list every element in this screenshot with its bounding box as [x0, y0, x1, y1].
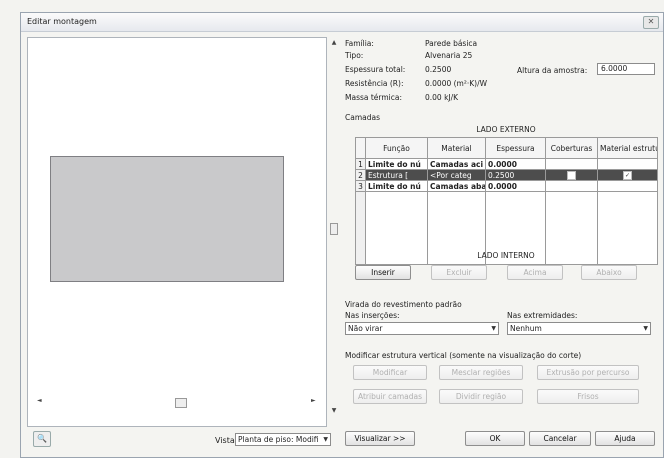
col-funcao: Função [365, 137, 428, 159]
material-text: Camadas aci [430, 159, 484, 169]
vista-value: Planta de piso: Modifi [238, 435, 319, 444]
scroll-left-icon[interactable]: ◄ [37, 397, 42, 404]
tipo-value: Alvenaria 25 [425, 51, 473, 60]
material-text: Camadas abai [430, 181, 486, 191]
extrusao-percurso-button[interactable]: Extrusão por percurso [537, 365, 639, 380]
cell-coberturas[interactable] [545, 169, 598, 181]
atribuir-camadas-button[interactable]: Atribuir camadas [353, 389, 427, 404]
resistencia-value: 0.0000 (m²·K)/W [425, 79, 488, 88]
vista-select[interactable]: Planta de piso: Modifi ▼ [235, 433, 331, 446]
nas-insercoes-value: Não virar [348, 324, 383, 333]
espessura-text: 0.0000 [488, 159, 517, 169]
nas-extremidades-label: Nas extremidades: [507, 311, 578, 320]
col-material: Material [427, 137, 486, 159]
cell-material[interactable]: Camadas aci [427, 158, 486, 170]
dropdown-icon: ▼ [491, 325, 496, 332]
cancelar-button[interactable]: Cancelar [529, 431, 591, 446]
cell-material-estrutural[interactable]: ✓ [597, 169, 658, 181]
table-row-selected[interactable]: 2 Estrutura [ <Por categ 0.2500 ✓ [355, 169, 658, 181]
espessura-value: 0.2500 [425, 65, 452, 74]
lado-externo-label: LADO EXTERNO [476, 125, 536, 134]
dividir-regiao-button[interactable]: Dividir região [439, 389, 523, 404]
altura-amostra-label: Altura da amostra: [517, 66, 588, 75]
cell-funcao[interactable]: Limite do nú [365, 180, 428, 192]
table-row[interactable]: 3 Limite do nú Camadas abai 0.0000 [355, 180, 658, 192]
col-coberturas: Coberturas [545, 137, 598, 159]
table-row[interactable]: 1 Limite do nú Camadas aci 0.0000 [355, 158, 658, 170]
familia-label: Família: [345, 39, 374, 48]
scroll-up-icon[interactable]: ▲ [329, 39, 339, 46]
window-title: Editar montagem [27, 17, 97, 26]
col-material-estrutural: Material estrutural [597, 137, 658, 159]
altura-amostra-input[interactable]: 6.0000 [597, 63, 655, 75]
lado-interno-label: LADO INTERNO [477, 251, 535, 260]
cell-coberturas[interactable] [545, 158, 598, 170]
wall-section-preview [50, 156, 284, 282]
cell-coberturas[interactable] [545, 180, 598, 192]
abaixo-button[interactable]: Abaixo [581, 265, 637, 280]
modificar-estrutura-title: Modificar estrutura vertical (somente na… [345, 351, 582, 360]
coberturas-checkbox[interactable] [567, 170, 576, 180]
preview-vertical-scrollbar[interactable]: ▲ ▼ [329, 37, 339, 427]
editar-montagem-dialog: Editar montagem ✕ ▲ ▼ ◄ ► Família: Pared… [20, 12, 664, 458]
visualizar-button[interactable]: Visualizar >> [345, 431, 415, 446]
funcao-text: Limite do nú [368, 181, 421, 191]
nas-insercoes-label: Nas inserções: [345, 311, 400, 320]
cell-espessura[interactable]: 0.0000 [485, 180, 546, 192]
ajuda-button[interactable]: Ajuda [595, 431, 655, 446]
cell-material[interactable]: Camadas abai [427, 180, 486, 192]
scroll-right-icon[interactable]: ► [311, 397, 316, 404]
espessura-text: 0.0000 [488, 181, 517, 191]
modificar-button[interactable]: Modificar [353, 365, 427, 380]
cell-funcao[interactable]: Estrutura [ [365, 169, 428, 181]
empty-row [355, 204, 658, 216]
scroll-down-icon[interactable]: ▼ [329, 407, 339, 414]
cell-funcao[interactable]: Limite do nú [365, 158, 428, 170]
zoom-icon[interactable]: 🔍 [33, 431, 51, 447]
preview-pane[interactable] [27, 37, 327, 427]
ok-button[interactable]: OK [465, 431, 525, 446]
funcao-text: Limite do nú [368, 159, 421, 169]
row-number-header [355, 137, 366, 159]
empty-row [355, 216, 658, 228]
dropdown-icon: ▼ [643, 325, 648, 332]
excluir-button[interactable]: Excluir [431, 265, 487, 280]
col-espessura: Espessura [485, 137, 546, 159]
title-bar: Editar montagem ✕ [21, 13, 663, 32]
preview-horizontal-scrollbar[interactable]: ◄ ► [27, 397, 327, 409]
massa-label: Massa térmica: [345, 93, 403, 102]
inserir-button[interactable]: Inserir [355, 265, 411, 280]
empty-row [355, 191, 658, 204]
nas-extremidades-value: Nenhum [510, 324, 542, 333]
cell-espessura[interactable]: 0.2500 [485, 169, 546, 181]
empty-row [355, 228, 658, 240]
row-number: 3 [355, 180, 366, 192]
row-number: 2 [355, 169, 366, 181]
espessura-label: Espessura total: [345, 65, 406, 74]
close-icon[interactable]: ✕ [643, 16, 659, 29]
dropdown-icon: ▼ [323, 436, 328, 443]
virada-revestimento-title: Virada do revestimento padrão [345, 300, 462, 309]
row-number: 1 [355, 158, 366, 170]
material-estrutural-checkbox[interactable]: ✓ [623, 170, 632, 180]
cell-material[interactable]: <Por categ [427, 169, 486, 181]
camadas-label: Camadas [345, 113, 380, 122]
nas-extremidades-select[interactable]: Nenhum ▼ [507, 322, 651, 335]
cell-espessura[interactable]: 0.0000 [485, 158, 546, 170]
familia-value: Parede básica [425, 39, 478, 48]
scroll-thumb[interactable] [330, 223, 338, 235]
tipo-label: Tipo: [345, 51, 364, 60]
massa-value: 0.00 kJ/K [425, 93, 459, 102]
layers-table[interactable]: Função Material Espessura Coberturas Mat… [355, 137, 658, 265]
cell-material-estrutural[interactable] [597, 180, 658, 192]
layers-header-row: Função Material Espessura Coberturas Mat… [355, 137, 658, 159]
acima-button[interactable]: Acima [507, 265, 563, 280]
scroll-thumb-horizontal[interactable] [175, 398, 187, 408]
frisos-button[interactable]: Frisos [537, 389, 639, 404]
cell-material-estrutural[interactable] [597, 158, 658, 170]
nas-insercoes-select[interactable]: Não virar ▼ [345, 322, 499, 335]
mesclar-regioes-button[interactable]: Mesclar regiões [439, 365, 523, 380]
resistencia-label: Resistência (R): [345, 79, 404, 88]
